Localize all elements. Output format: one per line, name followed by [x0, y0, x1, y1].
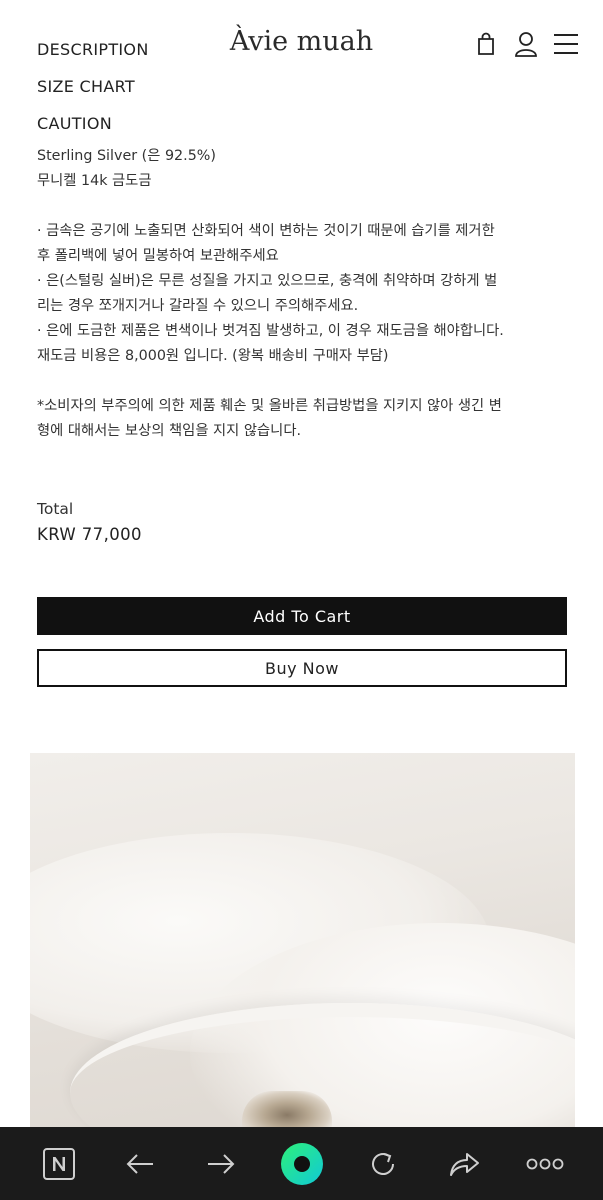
ring-image [242, 1091, 332, 1131]
browser-toolbar [0, 1127, 603, 1200]
total-label: Total [37, 500, 74, 518]
tab-size-chart[interactable]: SIZE CHART [37, 75, 149, 112]
product-info-tabs: DESCRIPTION SIZE CHART CAUTION [37, 38, 149, 149]
buy-now-button[interactable]: Buy Now [37, 649, 567, 687]
shopping-bag-icon[interactable] [473, 30, 499, 58]
care-line: 재도금 비용은 8,000원 입니다. (왕복 배송비 구매자 부담) [37, 348, 389, 364]
back-arrow-icon[interactable] [118, 1142, 162, 1186]
material-line: 무니켈 14k 금도금 [37, 173, 152, 189]
forward-arrow-icon[interactable] [199, 1142, 243, 1186]
share-icon[interactable] [442, 1142, 486, 1186]
tab-description[interactable]: DESCRIPTION [37, 38, 149, 75]
care-line: · 은에 도금한 제품은 변색이나 벗겨짐 발생하고, 이 경우 재도금을 해야… [37, 323, 504, 339]
menu-icon[interactable] [553, 30, 579, 58]
product-page: Àvie muah DESCRIPTION SIZE CHART CAUTION… [0, 0, 603, 1200]
total-price: KRW 77,000 [37, 525, 142, 544]
care-line: 후 폴리백에 넣어 밀봉하여 보관해주세요 [37, 248, 279, 264]
notice-line: *소비자의 부주의에 의한 제품 훼손 및 올바른 취급방법을 지키지 않아 생… [37, 398, 502, 414]
care-line: 리는 경우 쪼개지거나 갈라질 수 있으니 주의해주세요. [37, 298, 359, 314]
notice-line: 형에 대해서는 보상의 책임을 지지 않습니다. [37, 423, 302, 439]
care-line: · 은(스털링 실버)은 무른 성질을 가지고 있으므로, 충격에 취약하며 강… [37, 273, 498, 289]
user-icon[interactable] [513, 30, 539, 58]
care-line: · 금속은 공기에 노출되면 산화되어 색이 변하는 것이기 때문에 습기를 제… [37, 223, 495, 239]
green-circle-icon[interactable] [280, 1142, 324, 1186]
reload-icon[interactable] [361, 1142, 405, 1186]
naver-home-icon[interactable] [37, 1142, 81, 1186]
header-icons [473, 30, 579, 58]
more-icon[interactable] [523, 1142, 567, 1186]
product-photo [30, 753, 575, 1133]
material-line: Sterling Silver (은 92.5%) [37, 148, 216, 164]
caution-content: Sterling Silver (은 92.5%) 무니켈 14k 금도금 · … [37, 144, 567, 444]
add-to-cart-button[interactable]: Add To Cart [37, 597, 567, 635]
